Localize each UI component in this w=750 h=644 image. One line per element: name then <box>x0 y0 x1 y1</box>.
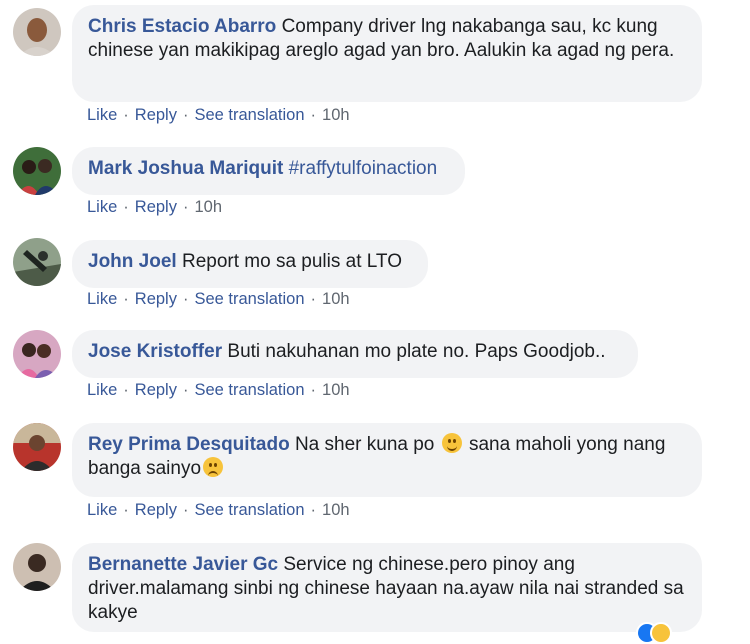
reply-link[interactable]: Reply <box>135 198 177 216</box>
reply-link[interactable]: Reply <box>135 290 177 308</box>
avatar[interactable] <box>13 330 61 378</box>
avatar-image <box>13 543 61 591</box>
avatar[interactable] <box>13 543 61 591</box>
avatar[interactable] <box>13 8 61 56</box>
comment-timestamp[interactable]: 10h <box>322 290 350 308</box>
comment-actions: Like · Reply · See translation · 10h <box>87 381 350 399</box>
avatar[interactable] <box>13 238 61 286</box>
avatar[interactable] <box>13 147 61 195</box>
comment-author[interactable]: Mark Joshua Mariquit <box>88 158 283 179</box>
comment-bubble: John Joel Report mo sa pulis at LTO <box>72 240 428 288</box>
comment-author[interactable]: John Joel <box>88 251 177 272</box>
like-link[interactable]: Like <box>87 198 117 216</box>
comment-bubble: Bernanette Javier Gc Service ng chinese.… <box>72 543 702 632</box>
comment-bubble: Mark Joshua Mariquit #raffytulfoinaction <box>72 147 465 195</box>
avatar-image <box>13 147 61 195</box>
reply-link[interactable]: Reply <box>135 106 177 124</box>
comment-timestamp[interactable]: 10h <box>322 106 350 124</box>
comment-text: Na sher kuna po <box>294 434 435 455</box>
comment-author[interactable]: Rey Prima Desquitado <box>88 434 290 455</box>
comment-author[interactable]: Bernanette Javier Gc <box>88 554 278 575</box>
comment-timestamp[interactable]: 10h <box>322 381 350 399</box>
see-translation-link[interactable]: See translation <box>194 501 304 519</box>
avatar[interactable] <box>13 423 61 471</box>
smiling-face-icon <box>441 433 462 453</box>
see-translation-link[interactable]: See translation <box>194 106 304 124</box>
comment-author[interactable]: Chris Estacio Abarro <box>88 16 276 37</box>
avatar-image <box>13 8 61 56</box>
comment-bubble: Rey Prima Desquitado Na sher kuna po san… <box>72 423 702 497</box>
like-link[interactable]: Like <box>87 501 117 519</box>
pensive-face-icon <box>203 457 224 477</box>
comment-timestamp[interactable]: 10h <box>194 198 222 216</box>
comment-actions: Like · Reply · See translation · 10h <box>87 106 350 124</box>
comment-bubble: Chris Estacio Abarro Company driver lng … <box>72 5 702 102</box>
comment-actions: Like · Reply · See translation · 10h <box>87 501 350 519</box>
comment-author[interactable]: Jose Kristoffer <box>88 341 222 362</box>
comment-timestamp[interactable]: 10h <box>322 501 350 519</box>
like-link[interactable]: Like <box>87 290 117 308</box>
avatar-image <box>13 423 61 471</box>
avatar-image <box>13 330 61 378</box>
reply-link[interactable]: Reply <box>135 501 177 519</box>
reaction-icons[interactable] <box>636 622 676 644</box>
like-link[interactable]: Like <box>87 381 117 399</box>
avatar-image <box>13 238 61 286</box>
comment-bubble: Jose Kristoffer Buti nakuhanan mo plate … <box>72 330 638 378</box>
comment-text: Buti nakuhanan mo plate no. Paps Goodjob… <box>227 341 606 362</box>
reply-link[interactable]: Reply <box>135 381 177 399</box>
comment-actions: Like · Reply · See translation · 10h <box>87 290 350 308</box>
see-translation-link[interactable]: See translation <box>194 381 304 399</box>
haha-reaction-icon <box>650 622 672 644</box>
comment-actions: Like · Reply · 10h <box>87 198 222 216</box>
see-translation-link[interactable]: See translation <box>194 290 304 308</box>
like-link[interactable]: Like <box>87 106 117 124</box>
hashtag-link[interactable]: #raffytulfoinaction <box>289 158 438 179</box>
comment-text: Report mo sa pulis at LTO <box>181 251 402 272</box>
